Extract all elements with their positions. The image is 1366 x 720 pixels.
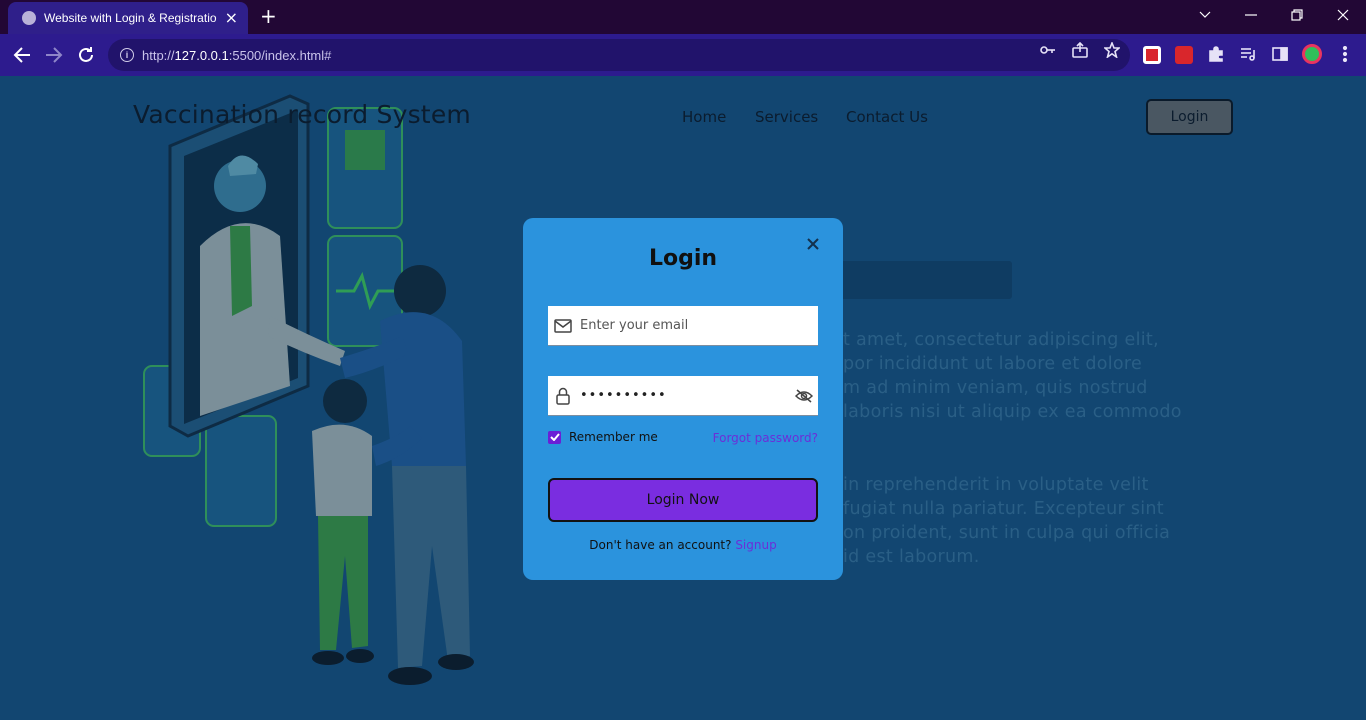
address-bar[interactable]: i http://127.0.0.1:5500/index.html# [108,39,1130,71]
media-playlist-icon[interactable] [1240,46,1256,62]
hero-line: on proident, sunt in culpa qui officia [843,523,1171,543]
hero-paragraph-1: t amet, consectetur adipiscing elit, por… [843,328,1243,424]
password-input[interactable] [578,376,790,415]
remember-checkbox[interactable] [548,430,561,444]
lock-icon [548,376,578,416]
hero-line: fugiat nulla pariatur. Excepteur sint [843,499,1164,519]
extension-media-icon[interactable] [1175,46,1193,64]
share-icon[interactable] [1072,41,1088,58]
password-field[interactable] [548,376,818,416]
email-input[interactable] [578,306,818,345]
header-login-button[interactable]: Login [1146,99,1233,135]
restore-button[interactable] [1274,0,1320,30]
hero-heading-placeholder [840,261,1012,299]
side-panel-icon[interactable] [1272,46,1288,62]
hero-line: laboris nisi ut aliquip ex ea commodo [843,402,1182,422]
site-title: Vaccination record System [133,100,471,129]
close-window-button[interactable] [1320,0,1366,30]
url-text: http://127.0.0.1:5500/index.html# [142,47,332,63]
extension-record-icon[interactable] [1143,46,1161,64]
forgot-password-link[interactable]: Forgot password? [713,431,818,445]
hero-line: t amet, consectetur adipiscing elit, [843,330,1159,350]
forward-button[interactable] [42,43,66,67]
key-icon[interactable] [1040,42,1056,58]
bookmark-star-icon[interactable] [1102,40,1122,59]
login-now-button[interactable]: Login Now [548,478,818,522]
menu-dots-icon[interactable] [1342,45,1348,63]
tab-search-icon[interactable] [1182,0,1228,30]
doctor-telehealth-illustration [143,94,474,685]
modal-title: Login [648,246,718,271]
site-info-icon[interactable]: i [120,48,134,62]
back-button[interactable] [10,43,34,67]
hero-line: m ad minim veniam, quis nostrud [843,378,1148,398]
nav-services-link[interactable]: Services [755,108,818,126]
signup-link[interactable]: Signup [735,538,776,552]
email-field[interactable] [548,306,818,346]
envelope-icon [548,306,578,346]
extensions-puzzle-icon[interactable] [1208,46,1224,62]
hero-paragraph-2: in reprehenderit in voluptate velit fugi… [843,473,1243,569]
browser-tab[interactable]: Website with Login & Registratio × [8,2,248,34]
profile-avatar[interactable] [1302,44,1322,64]
globe-icon [22,11,36,25]
nav-home-link[interactable]: Home [682,108,726,126]
hero-line: id est laborum. [843,547,980,567]
eye-slash-icon[interactable] [790,388,818,403]
browser-toolbar: i http://127.0.0.1:5500/index.html# [0,34,1366,76]
minimize-button[interactable] [1228,0,1274,30]
signup-text: Don't have an account? [589,538,736,552]
nav-contact-link[interactable]: Contact Us [846,108,928,126]
tab-title: Website with Login & Registratio [44,11,217,25]
login-modal: Login Remember me Forgot password? Login… [523,218,843,580]
remember-me: Remember me [548,430,658,444]
hero-line: por incididunt ut labore et dolore [843,354,1143,374]
remember-label[interactable]: Remember me [569,430,658,444]
tab-close-icon[interactable]: × [225,10,238,26]
new-tab-button[interactable]: + [260,6,277,26]
hero-line: in reprehenderit in voluptate velit [843,475,1149,495]
browser-tab-bar: Website with Login & Registratio × + [0,0,1366,34]
page-viewport: Vaccination record System Home Services … [0,76,1366,720]
signup-prompt: Don't have an account? Signup [523,538,843,552]
reload-button[interactable] [74,43,98,67]
